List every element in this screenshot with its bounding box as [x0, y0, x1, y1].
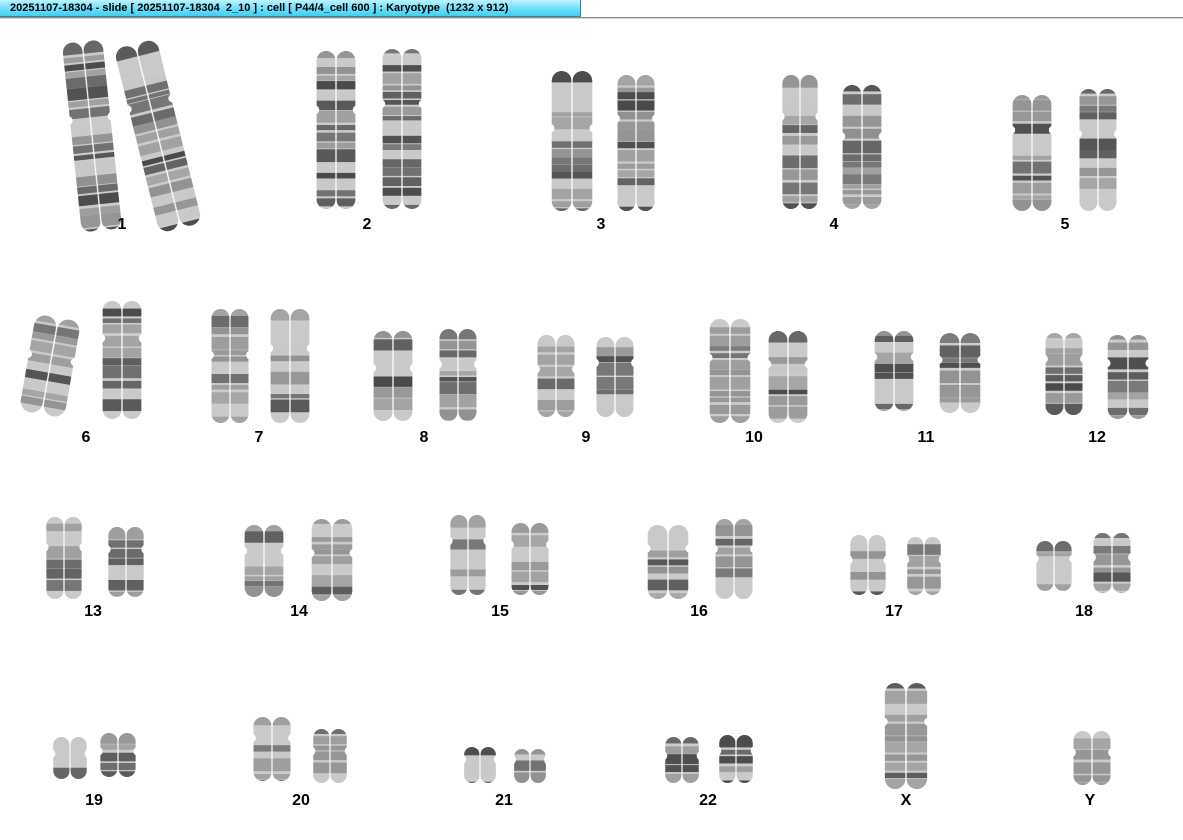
chromatid-pair [1064, 731, 1120, 785]
karyogram-panel[interactable]: 1 2 3 4 5 6 7 8 9 10 11 12 13 14 15 16 17 18 19 20 21 22 X Y [0, 19, 1183, 840]
chromosome-label: Y [1084, 792, 1096, 809]
window-title[interactable]: 20251107-18304 - slide [ 20251107-18304 … [0, 0, 581, 17]
chromosome-image-y[interactable] [0, 19, 1183, 840]
